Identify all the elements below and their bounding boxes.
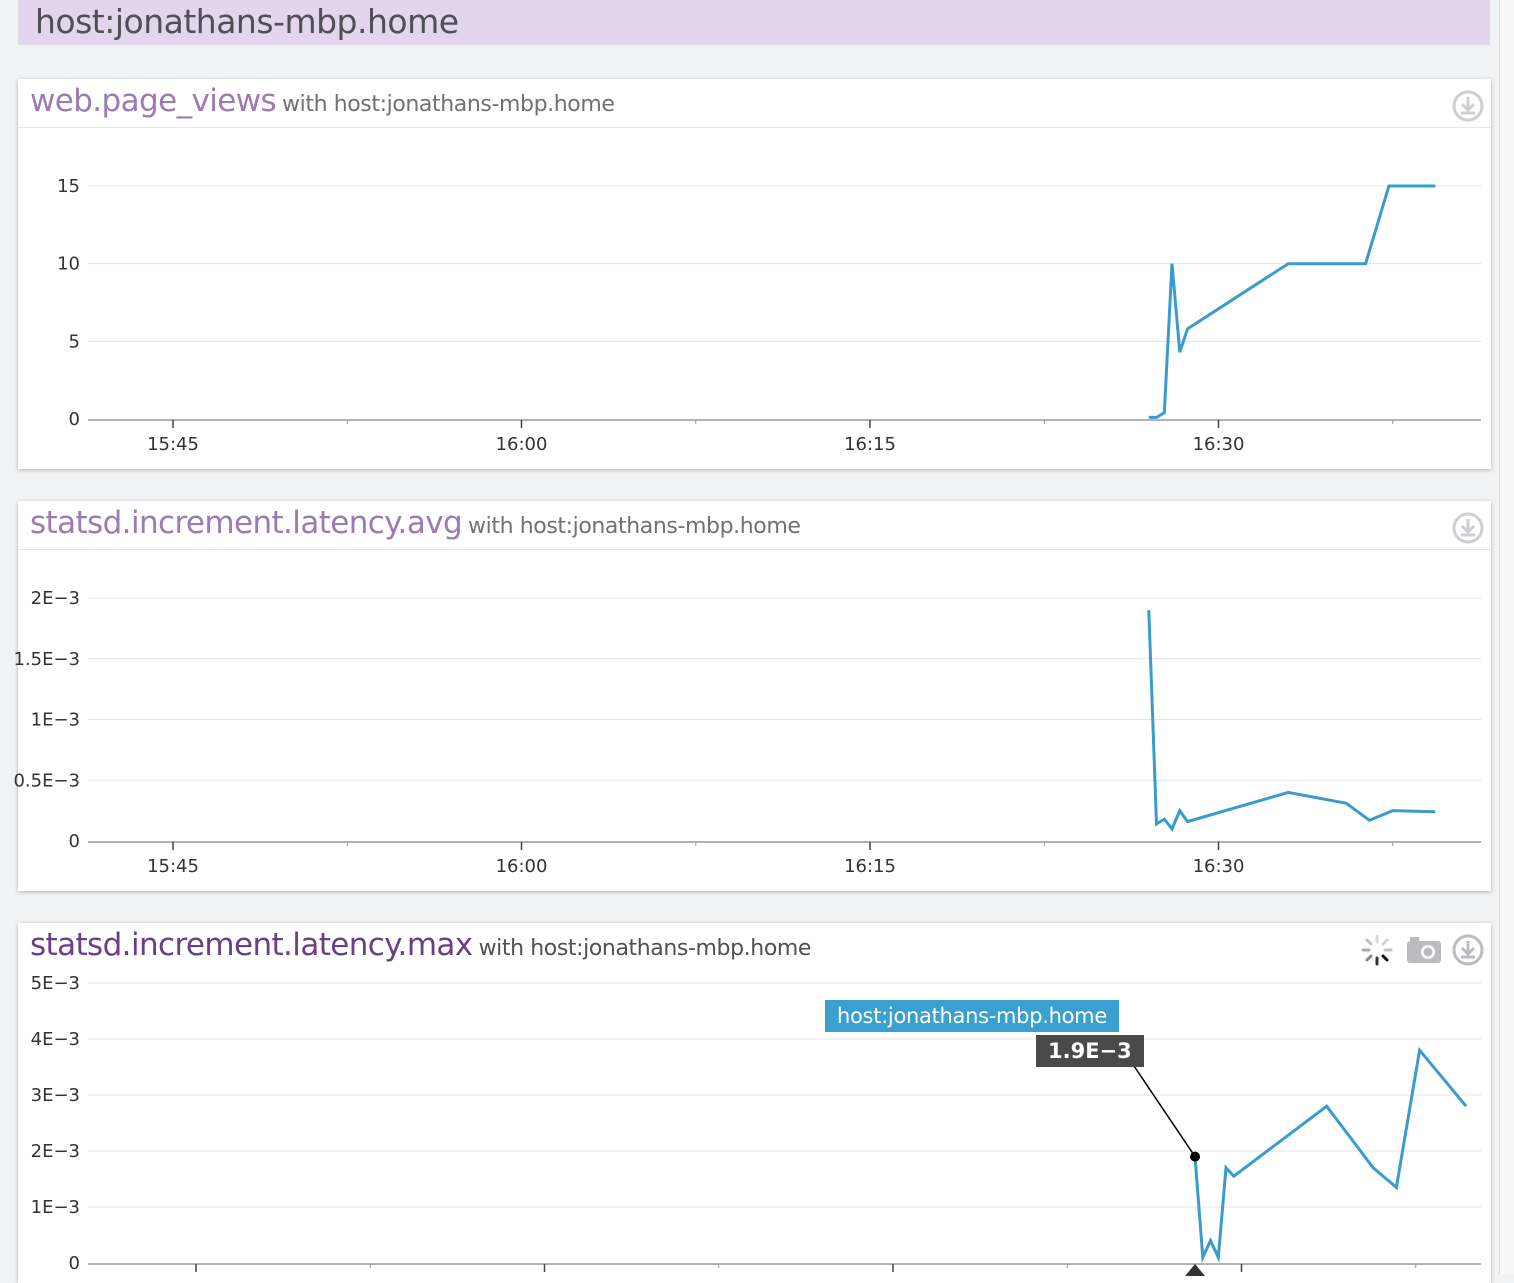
series-line [1148,184,1436,419]
tooltip-leader-line [1133,1065,1196,1158]
host-header: host:jonathans-mbp.home [18,0,1490,45]
y-tick-label: 0 [69,409,80,430]
scrollbar-track[interactable] [1499,0,1514,1274]
y-tick-label: 4E−3 [31,1029,80,1050]
y-tick-label: 1E−3 [31,1197,80,1218]
y-tick-label: 1.5E−3 [13,649,80,670]
x-tick-label: 16:00 [496,434,548,455]
x-tick-label: 16:30 [1193,434,1245,455]
y-tick-label: 3E−3 [31,1085,80,1106]
line-chart[interactable]: 0 0.5E−3 1E−3 1.5E−3 2E−3 15:45 16:00 16:15 16:3… [13,501,1491,891]
x-tick-label: 16:00 [496,856,548,877]
y-tick-label: 10 [57,254,80,275]
host-title: host:jonathans-mbp.home [35,2,459,41]
hover-point [1190,1151,1201,1162]
line-chart[interactable]: 0 1E−3 2E−3 3E−3 4E−3 5E−3 [18,923,1491,1283]
y-tick-label: 2E−3 [31,1141,80,1162]
y-tick-label: 1E−3 [31,710,80,731]
graph-panel-latency-avg: statsd.increment.latency.avg with host:jo… [13,501,1491,891]
series-line [1193,1046,1468,1264]
y-tick-label: 5 [69,331,80,352]
x-tick-label: 16:15 [844,434,896,455]
y-tick-label: 0.5E−3 [13,770,80,791]
line-chart[interactable]: 0 5 10 15 15:45 16:00 16:15 16:30 [18,79,1491,469]
x-tick-label: 16:30 [1193,856,1245,877]
y-tick-label: 0 [69,831,80,852]
hover-x-marker [1185,1264,1206,1276]
graph-panel-page-views: web.page_views with host:jonathans-mbp.ho… [18,79,1491,469]
tooltip-value: 1.9E−3 [1036,1035,1144,1067]
y-tick-label: 5E−3 [31,973,80,994]
graph-panel-latency-max: statsd.increment.latency.max with host:jo… [18,923,1491,1283]
tooltip-host-label: host:jonathans-mbp.home [825,1000,1119,1032]
y-tick-label: 2E−3 [31,588,80,609]
x-tick-label: 15:45 [147,856,199,877]
y-tick-label: 15 [57,176,80,197]
y-tick-label: 0 [69,1253,80,1274]
x-tick-label: 16:15 [844,856,896,877]
x-tick-label: 15:45 [147,434,199,455]
